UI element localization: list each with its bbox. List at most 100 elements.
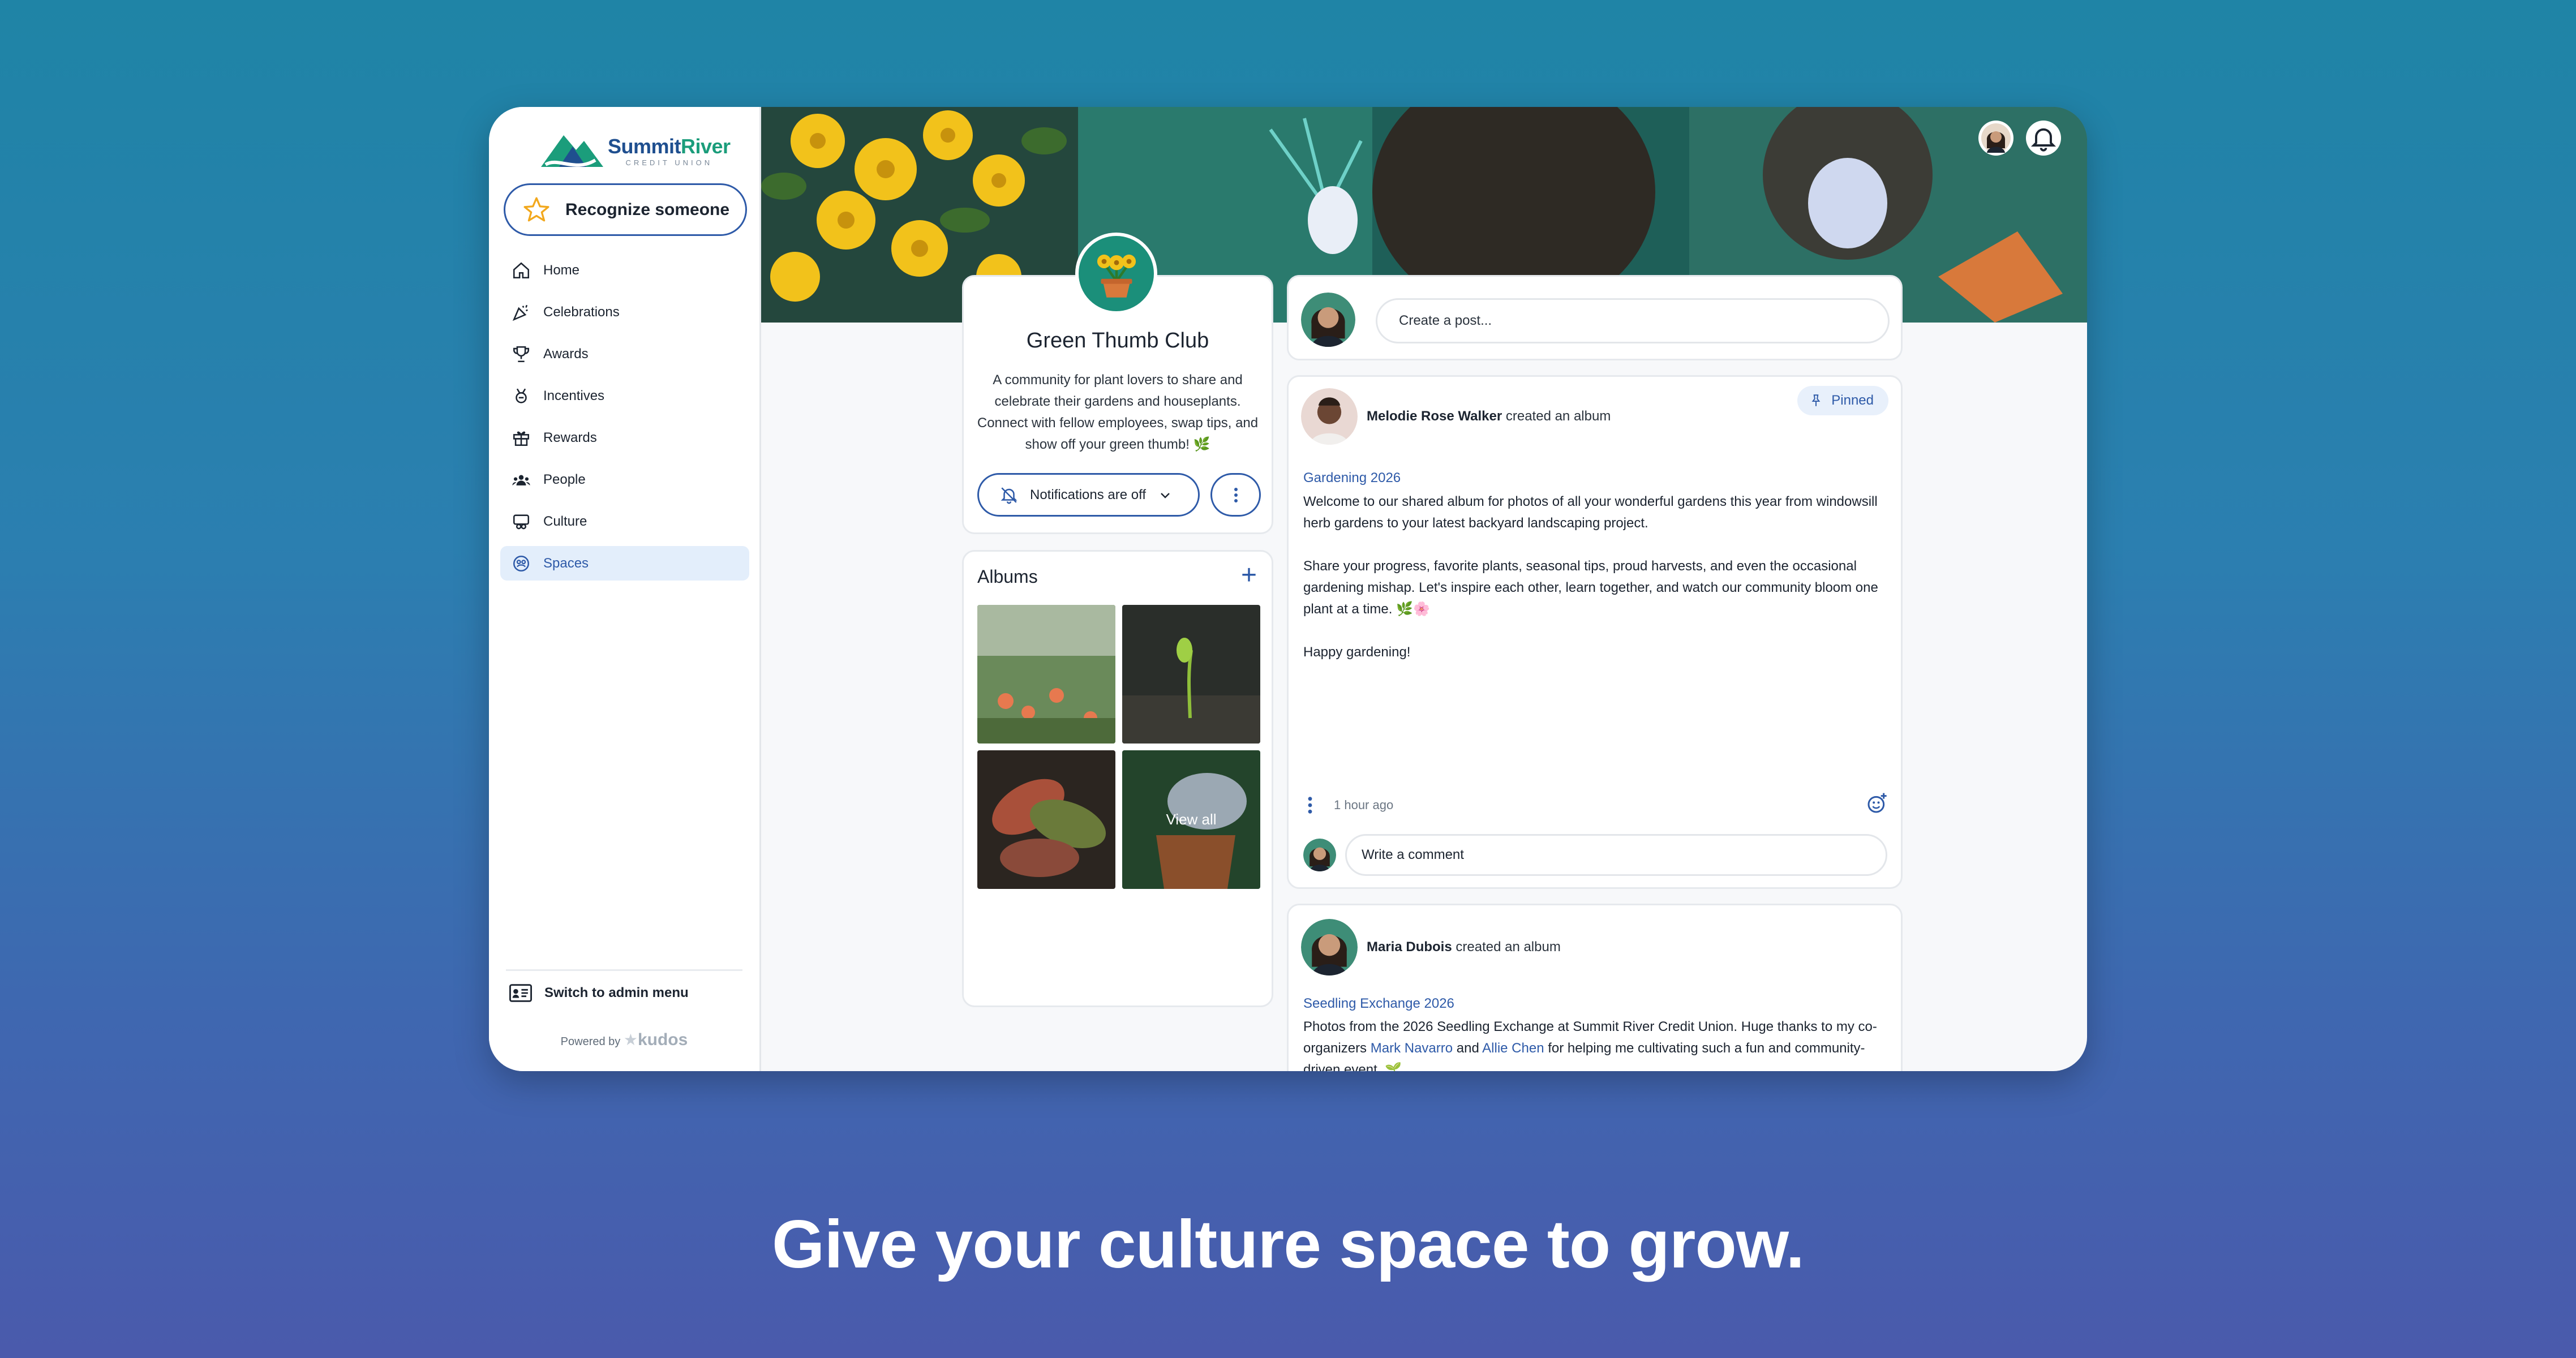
recognize-label: Recognize someone: [565, 200, 730, 219]
add-reaction-icon[interactable]: [1866, 792, 1888, 815]
brand-subtitle: CREDIT UNION: [625, 158, 713, 167]
notifications-label: Notifications are off: [1030, 487, 1146, 502]
kudos-star-icon: ★: [623, 1031, 638, 1048]
user-avatar-icon: [1301, 293, 1355, 347]
seedling-photo: [1122, 605, 1260, 744]
author-avatar[interactable]: [1301, 919, 1358, 975]
more-vertical-icon[interactable]: [1303, 796, 1317, 815]
feed-post: Melodie Rose Walker created an album Pin…: [1287, 375, 1903, 889]
sidebar: SummitRiver CREDIT UNION Recognize someo…: [489, 107, 761, 1071]
star-icon: [523, 197, 549, 221]
notifications-button[interactable]: [2026, 121, 2061, 156]
sidebar-item-label: Celebrations: [543, 304, 620, 320]
kudos-logo-text: kudos: [637, 1030, 688, 1049]
post-timestamp: 1 hour ago: [1334, 798, 1394, 812]
powered-by-label: Powered by: [560, 1035, 621, 1048]
pinned-badge: Pinned: [1797, 386, 1888, 415]
mention-link[interactable]: Mark Navarro: [1371, 1041, 1453, 1056]
more-vertical-icon: [1234, 487, 1238, 502]
album-link[interactable]: Seedling Exchange 2026: [1303, 996, 1454, 1012]
album-thumbnail[interactable]: View all: [1122, 750, 1260, 889]
sidebar-item-culture[interactable]: Culture: [500, 504, 749, 539]
post-text: and: [1453, 1041, 1483, 1056]
album-thumbnail[interactable]: [977, 605, 1115, 744]
sidebar-item-label: Incentives: [543, 388, 605, 403]
home-icon: [513, 262, 530, 278]
sidebar-divider: [506, 969, 742, 971]
sidebar-item-home[interactable]: Home: [500, 253, 749, 287]
admin-card-icon: [509, 984, 532, 1002]
sidebar-item-label: Rewards: [543, 429, 597, 445]
post-meta: 1 hour ago: [1303, 796, 1393, 815]
sidebar-item-label: People: [543, 471, 586, 487]
user-avatar-icon: [1303, 839, 1336, 871]
space-more-button[interactable]: [1210, 473, 1261, 517]
sidebar-item-rewards[interactable]: Rewards: [500, 420, 749, 455]
album-thumbnail[interactable]: [1122, 605, 1260, 744]
marketing-tagline: Give your culture space to grow.: [771, 1206, 1805, 1282]
notifications-toggle-button[interactable]: Notifications are off: [977, 473, 1200, 517]
post-body: Photos from the 2026 Seedling Exchange a…: [1303, 1016, 1886, 1071]
view-all-albums[interactable]: View all: [1122, 750, 1260, 889]
album-thumbnail[interactable]: [977, 750, 1115, 889]
albums-title: Albums: [977, 566, 1038, 587]
add-album-button[interactable]: +: [1241, 562, 1257, 589]
space-avatar: [1075, 233, 1157, 315]
flower-pot-icon: [1097, 254, 1136, 298]
mention-link[interactable]: Allie Chen: [1482, 1041, 1544, 1056]
user-avatar[interactable]: [1978, 121, 2013, 156]
author-avatar[interactable]: [1301, 388, 1358, 445]
post-body: Welcome to our shared album for photos o…: [1303, 491, 1886, 685]
trophy-icon: [513, 346, 530, 362]
recognize-someone-button[interactable]: Recognize someone: [504, 183, 747, 236]
bell-icon: [2030, 128, 2056, 152]
space-description: A community for plant lovers to share an…: [977, 372, 1259, 452]
garden-flowers-photo: [977, 605, 1115, 744]
user-avatar-icon: [1981, 123, 2011, 153]
culture-icon: [513, 514, 530, 529]
create-post-input[interactable]: Create a post...: [1376, 298, 1890, 343]
space-title: Green Thumb Club: [1026, 329, 1209, 353]
mountain-logo-icon: [541, 135, 603, 167]
comment-input[interactable]: Write a comment: [1345, 834, 1887, 876]
brand-logo[interactable]: SummitRiver CREDIT UNION: [541, 127, 731, 175]
albums-card: Albums + View all: [962, 550, 1273, 1007]
party-popper-icon: [512, 304, 528, 321]
brand-name: SummitRiver: [608, 134, 731, 158]
gift-icon: [513, 431, 530, 446]
album-link[interactable]: Gardening 2026: [1303, 470, 1401, 486]
post-paragraph: Share your progress, favorite plants, se…: [1303, 558, 1878, 617]
post-paragraph: Happy gardening!: [1303, 644, 1411, 660]
post-action: created an album: [1456, 939, 1561, 955]
sidebar-item-label: Awards: [543, 346, 589, 362]
app-window: SummitRiver CREDIT UNION Recognize someo…: [489, 107, 2087, 1071]
switch-admin-button[interactable]: Switch to admin menu: [509, 983, 689, 1003]
sidebar-item-spaces[interactable]: Spaces: [500, 546, 749, 581]
sidebar-item-label: Home: [543, 262, 580, 278]
sidebar-item-awards[interactable]: Awards: [500, 337, 749, 371]
sidebar-item-people[interactable]: People: [500, 462, 749, 497]
post-header: Melodie Rose Walker created an album: [1301, 388, 1611, 445]
post-action: created an album: [1505, 409, 1611, 424]
sidebar-item-celebrations[interactable]: Celebrations: [500, 295, 749, 329]
incentive-icon: [516, 388, 527, 403]
calathea-plant-photo: [977, 750, 1115, 889]
powered-by: Powered by ★kudos: [489, 1030, 759, 1050]
pin-icon: [1811, 394, 1821, 406]
post-author-name[interactable]: Maria Dubois: [1367, 939, 1452, 955]
sidebar-item-label: Culture: [543, 513, 587, 529]
sidebar-nav: Home Celebrations Awards Incentives Rewa…: [500, 253, 749, 588]
pinned-label: Pinned: [1831, 393, 1874, 408]
post-paragraph: Welcome to our shared album for photos o…: [1303, 494, 1878, 531]
sidebar-item-label: Spaces: [543, 555, 589, 571]
sidebar-item-incentives[interactable]: Incentives: [500, 379, 749, 413]
post-author-name[interactable]: Melodie Rose Walker: [1367, 409, 1502, 424]
top-right-actions: [1978, 121, 2061, 156]
feed-post: Maria Dubois created an album Seedling E…: [1287, 904, 1903, 1071]
chevron-down-icon: [1161, 492, 1170, 498]
people-icon: [512, 475, 530, 485]
bell-off-icon: [1001, 487, 1017, 504]
post-header: Maria Dubois created an album: [1301, 919, 1561, 975]
post-composer: Create a post...: [1287, 275, 1903, 360]
switch-admin-label: Switch to admin menu: [544, 985, 689, 1000]
